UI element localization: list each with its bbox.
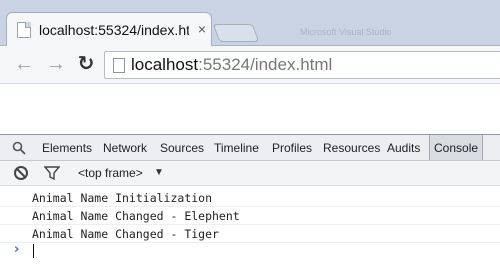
back-arrow-icon[interactable]: ← [12, 52, 36, 76]
console-log-line: Animal Name Initialization [0, 189, 500, 207]
page-favicon-icon [17, 22, 31, 38]
tab-network[interactable]: Network [103, 135, 147, 160]
search-icon[interactable] [12, 141, 26, 155]
tab-strip: localhost:55324/index.htm × Microsoft Vi… [0, 0, 500, 46]
tab-elements[interactable]: Elements [42, 135, 92, 160]
page-viewport[interactable] [0, 84, 500, 134]
console-toolbar: <top frame> ▼ [0, 161, 500, 186]
tab-console[interactable]: Console [429, 135, 484, 160]
tab-profiles[interactable]: Profiles [272, 135, 312, 160]
reload-icon[interactable]: ↻ [74, 52, 98, 76]
url-text: localhost:55324/index.html [131, 55, 332, 75]
tab-close-icon[interactable]: × [195, 21, 209, 37]
devtools-panel: Elements Network Sources Timeline Profil… [0, 134, 500, 265]
page-icon [113, 58, 125, 73]
tab-sources[interactable]: Sources [160, 135, 204, 160]
browser-toolbar: ← → ↻ localhost:55324/index.html [0, 46, 500, 84]
text-caret [33, 244, 34, 258]
console-log-line: Animal Name Changed - Elephent [0, 207, 500, 225]
new-tab-button[interactable] [212, 24, 260, 42]
url-host: localhost [131, 55, 199, 74]
tab-timeline[interactable]: Timeline [214, 135, 259, 160]
address-bar[interactable]: localhost:55324/index.html [104, 51, 500, 79]
background-window-label: Microsoft Visual Studio [300, 27, 392, 37]
browser-tab-active[interactable]: localhost:55324/index.htm × [6, 12, 212, 46]
tab-resources[interactable]: Resources [323, 135, 380, 160]
tab-audits[interactable]: Audits [387, 135, 420, 160]
forward-arrow-icon[interactable]: → [44, 52, 68, 76]
clear-console-icon[interactable] [14, 166, 28, 180]
console-prompt[interactable]: › [0, 241, 500, 261]
url-path: :55324/index.html [198, 55, 333, 74]
chevron-down-icon[interactable]: ▼ [154, 167, 164, 178]
devtools-tab-bar: Elements Network Sources Timeline Profil… [0, 135, 500, 161]
prompt-chevron-icon: › [14, 242, 20, 257]
filter-icon[interactable] [44, 166, 60, 180]
frame-selector[interactable]: <top frame> [78, 166, 143, 180]
console-output: Animal Name Initialization Animal Name C… [0, 187, 500, 265]
tab-title: localhost:55324/index.htm [39, 22, 189, 38]
